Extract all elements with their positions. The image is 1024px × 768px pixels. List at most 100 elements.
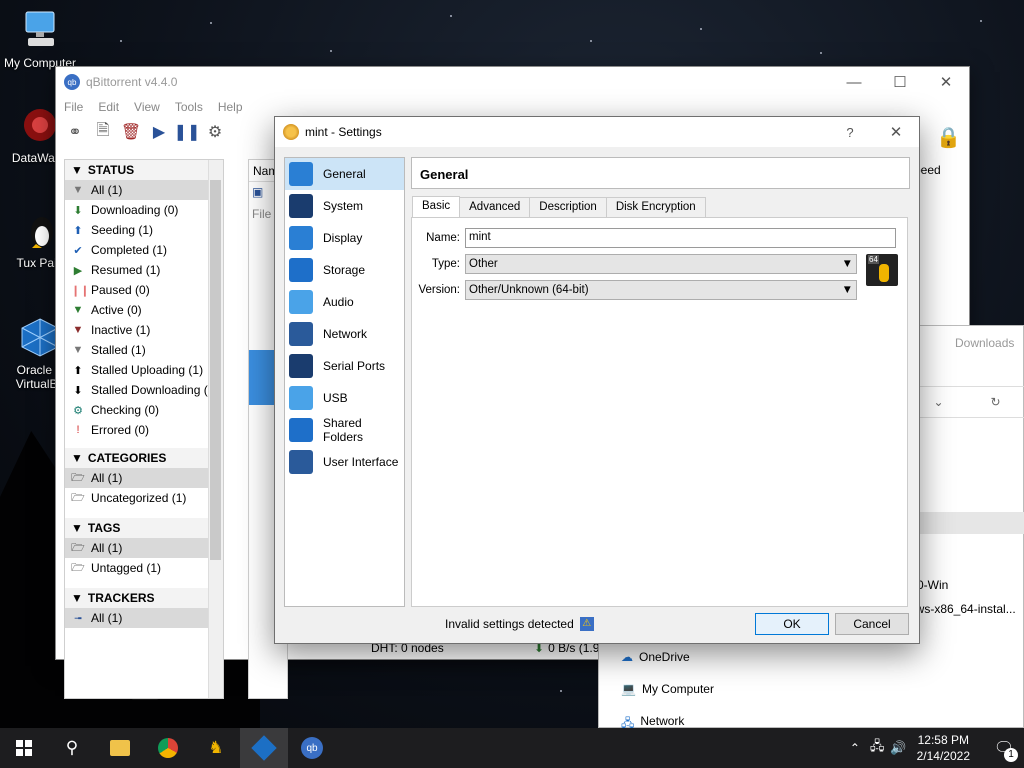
settings-category-item[interactable]: System (285, 190, 404, 222)
tab-disk-encryption[interactable]: Disk Encryption (605, 197, 706, 217)
desktop-icon-my-computer[interactable]: My Computer (0, 10, 80, 70)
settings-category-item[interactable]: USB (285, 382, 404, 414)
warning-icon[interactable]: ⚠ (579, 617, 594, 631)
status-item[interactable]: ▼ Stalled (1) (65, 340, 223, 360)
status-item[interactable]: ❙❙ Paused (0) (65, 280, 223, 300)
refresh-icon[interactable]: ↻ (990, 395, 1000, 409)
settings-category-item[interactable]: User Interface (285, 446, 404, 478)
options-button[interactable]: ⚙ (204, 121, 226, 143)
category-item-uncategorized[interactable]: 🗁 Uncategorized (1) (65, 488, 223, 508)
network-icon[interactable]: 🖧 (870, 737, 885, 759)
cancel-button[interactable]: Cancel (835, 613, 909, 635)
tab-description[interactable]: Description (529, 197, 607, 217)
clock[interactable]: 12:58 PM 2/14/2022 (917, 732, 970, 764)
status-item-label: All (1) (91, 183, 123, 197)
file-name[interactable]: 0-Win (917, 578, 948, 592)
volume-icon[interactable]: 🔊 (890, 740, 906, 756)
status-item[interactable]: ⬆ Seeding (1) (65, 220, 223, 240)
status-item[interactable]: ▶ Resumed (1) (65, 260, 223, 280)
nav-item-onedrive[interactable]: ☁ OneDrive (621, 650, 690, 664)
menu-help[interactable]: Help (218, 100, 243, 114)
trackers-header[interactable]: ▼ TRACKERS (65, 588, 223, 608)
settings-category-item[interactable]: Audio (285, 286, 404, 318)
tracker-item-all[interactable]: ╼ All (1) (65, 608, 223, 628)
settings-category-item[interactable]: Serial Ports (285, 350, 404, 382)
version-select[interactable]: Other/Unknown (64-bit) ▼ (465, 280, 857, 300)
chevron-down-icon[interactable]: ⌄ (933, 395, 943, 409)
resume-button[interactable]: ▶ (148, 121, 170, 143)
dialog-close-button[interactable]: ✕ (873, 117, 919, 147)
action-center-button[interactable]: 🗨 1 (984, 728, 1024, 768)
close-button[interactable]: ✕ (923, 67, 969, 97)
lock-icon[interactable]: 🔒 (936, 125, 961, 150)
menu-file[interactable]: File (64, 100, 83, 114)
delete-button[interactable]: 🗑 (120, 121, 142, 143)
type-label: Type: (431, 258, 460, 270)
dialog-title: mint - Settings (305, 125, 382, 139)
clock-time: 12:58 PM (917, 733, 969, 747)
arrow-down-icon: ⬇ (73, 204, 83, 217)
sidebar-scrollbar[interactable] (208, 160, 223, 698)
breadcrumb[interactable]: Downloads (955, 336, 1014, 350)
settings-category-item[interactable]: General (285, 158, 404, 190)
menu-bar: File Edit View Tools Help (56, 97, 969, 117)
add-link-button[interactable]: ⚭ (64, 121, 86, 143)
name-field[interactable]: mint (465, 228, 896, 248)
status-item[interactable]: ▼ Active (0) (65, 300, 223, 320)
maximize-button[interactable]: ☐ (877, 67, 923, 97)
status-item[interactable]: ✔ Completed (1) (65, 240, 223, 260)
status-item-label: Stalled Uploading (1) (91, 363, 204, 377)
nav-item-my-computer[interactable]: 💻 My Computer (621, 682, 714, 696)
settings-category-item[interactable]: Display (285, 222, 404, 254)
help-button[interactable]: ? (827, 117, 873, 147)
status-item[interactable]: ⬇ Stalled Downloading (0) (65, 380, 223, 400)
status-item[interactable]: ! Errored (0) (65, 420, 223, 440)
menu-edit[interactable]: Edit (98, 100, 119, 114)
category-item-all[interactable]: 🗁 All (1) (65, 468, 223, 488)
dialog-titlebar[interactable]: mint - Settings ? ✕ (275, 117, 919, 147)
file-name[interactable]: ows-x86_64-instal... (909, 602, 1016, 616)
settings-dialog[interactable]: mint - Settings ? ✕ General System Display… (274, 116, 920, 644)
settings-category-item[interactable]: Network (285, 318, 404, 350)
highlighted-row[interactable] (907, 512, 1024, 534)
taskbar-chrome[interactable] (144, 728, 192, 768)
status-item[interactable]: ⬇ Downloading (0) (65, 200, 223, 220)
type-select[interactable]: Other ▼ (465, 254, 857, 274)
tab-advanced[interactable]: Advanced (459, 197, 531, 217)
tag-item-all[interactable]: 🗁 All (1) (65, 538, 223, 558)
tags-header[interactable]: ▼ TAGS (65, 518, 223, 538)
search-button[interactable]: ⚲ (48, 728, 96, 768)
ok-button[interactable]: OK (755, 613, 829, 635)
settings-category-item[interactable]: Shared Folders (285, 414, 404, 446)
status-item-label: Paused (0) (91, 283, 150, 297)
categories-header[interactable]: ▼ CATEGORIES (65, 448, 223, 468)
notification-count: 1 (1004, 748, 1018, 762)
status-item[interactable]: ⚙ Checking (0) (65, 400, 223, 420)
tab-basic[interactable]: Basic (412, 196, 461, 218)
status-item[interactable]: ▼ All (1) (65, 180, 223, 200)
add-torrent-button[interactable]: 🗎 (92, 121, 114, 143)
filter-icon: ▼ (72, 184, 84, 196)
tab-bar: Basic Advanced Description Disk Encrypti… (412, 196, 706, 219)
status-item[interactable]: ▼ Inactive (1) (65, 320, 223, 340)
chevron-up-icon[interactable]: ⌃ (850, 741, 860, 755)
pause-button[interactable]: ❚❚ (174, 121, 201, 143)
taskbar-qbittorrent[interactable]: qb (288, 728, 336, 768)
minimize-button[interactable]: — (831, 67, 877, 97)
status-header[interactable]: ▼ STATUS (65, 160, 223, 180)
start-button[interactable] (0, 728, 48, 768)
check-icon: ✔ (73, 244, 83, 257)
search-icon: ⚲ (65, 738, 79, 757)
taskbar-tux-paint[interactable]: ♞ (192, 728, 240, 768)
status-item[interactable]: ⬆ Stalled Uploading (1) (65, 360, 223, 380)
settings-category-item[interactable]: Storage (285, 254, 404, 286)
qbittorrent-titlebar[interactable]: qb qBittorrent v4.4.0 — ☐ ✕ (56, 67, 969, 97)
tag-item-untagged[interactable]: 🗁 Untagged (1) (65, 558, 223, 578)
invalid-settings-notice[interactable]: Invalid settings detected ⚠ (445, 617, 594, 631)
taskbar-virtualbox[interactable] (240, 728, 288, 768)
menu-view[interactable]: View (134, 100, 160, 114)
taskbar-file-explorer[interactable] (96, 728, 144, 768)
status-item-label: Resumed (1) (91, 263, 161, 277)
menu-tools[interactable]: Tools (175, 100, 203, 114)
arrow-up-icon: ⬆ (73, 364, 83, 377)
